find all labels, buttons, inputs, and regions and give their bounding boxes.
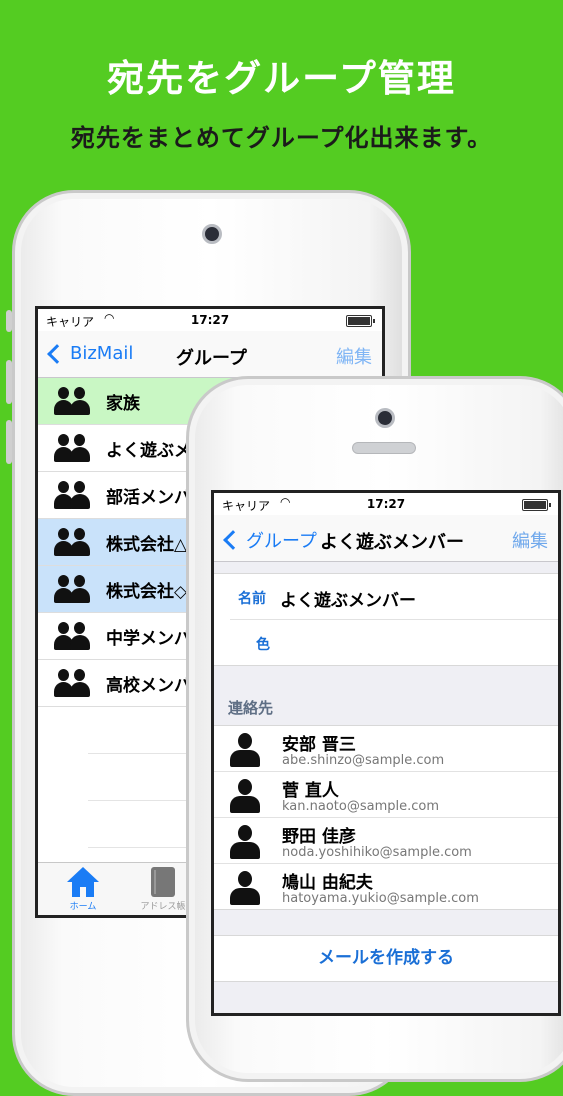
contact-list: 安部 晋三 abe.shinzo@sample.com 菅 直人 kan.naoto@… <box>214 725 558 910</box>
group-icon <box>54 527 90 557</box>
group-icon <box>54 433 90 463</box>
phone-volume-up-button <box>6 360 12 404</box>
nav-bar: BizMail グループ 編集 <box>38 331 382 378</box>
group-label: 株式会社◇ <box>106 581 188 602</box>
group-icon <box>54 574 90 604</box>
status-bar: キャリア ◠ 17:27 <box>214 493 558 515</box>
color-label: 色 <box>256 637 270 653</box>
group-label: 高校メンバ <box>106 675 191 696</box>
back-button[interactable]: BizMail <box>46 343 133 364</box>
earpiece-speaker <box>352 442 416 454</box>
contact-email: hatoyama.yukio@sample.com <box>282 891 479 906</box>
contact-email: kan.naoto@sample.com <box>282 799 440 814</box>
chevron-left-icon <box>223 530 243 550</box>
group-icon <box>54 480 90 510</box>
back-button-label: グループ <box>246 531 317 552</box>
group-label: 株式会社△ <box>106 534 188 555</box>
edit-button[interactable]: 編集 <box>512 527 548 553</box>
back-button-label: BizMail <box>70 343 134 364</box>
person-icon <box>228 871 262 905</box>
person-icon <box>228 825 262 859</box>
contact-row[interactable]: 安部 晋三 abe.shinzo@sample.com <box>214 726 558 772</box>
person-icon <box>228 733 262 767</box>
name-label: 名前 <box>238 591 266 607</box>
contact-row[interactable]: 野田 佳彦 noda.yoshihiko@sample.com <box>214 818 558 864</box>
back-button[interactable]: グループ <box>222 527 317 553</box>
address-book-icon <box>151 867 175 897</box>
contact-name: 安部 晋三 <box>282 735 356 755</box>
status-time: 17:27 <box>190 313 230 327</box>
compose-mail-button[interactable]: メールを作成する <box>214 935 558 982</box>
group-info-section: 名前 よく遊ぶメンバー 色 <box>214 573 558 666</box>
edit-button[interactable]: 編集 <box>336 343 372 369</box>
group-label: よく遊ぶメ <box>106 440 191 461</box>
status-bar: キャリア ◠ 17:27 <box>38 309 382 331</box>
contact-email: abe.shinzo@sample.com <box>282 753 445 768</box>
tab-home[interactable]: ホーム <box>48 867 118 912</box>
front-camera <box>202 224 222 244</box>
contact-name: 野田 佳彦 <box>282 827 356 847</box>
battery-icon <box>522 499 551 511</box>
group-icon <box>54 386 90 416</box>
promo-headline: 宛先をグループ管理 <box>107 57 456 100</box>
page-title: グループ <box>176 348 247 369</box>
contact-name: 菅 直人 <box>282 781 339 801</box>
name-value: よく遊ぶメンバー <box>280 591 416 611</box>
color-row[interactable]: 色 <box>230 620 558 665</box>
contacts-section-header: 連絡先 <box>228 699 274 717</box>
battery-icon <box>346 315 375 327</box>
home-icon <box>67 867 99 897</box>
group-label: 中学メンバ <box>106 628 191 649</box>
contact-row[interactable]: 菅 直人 kan.naoto@sample.com <box>214 772 558 818</box>
tab-home-label: ホーム <box>69 902 97 912</box>
phone-side-button <box>6 310 12 332</box>
contact-row[interactable]: 鳩山 由紀夫 hatoyama.yukio@sample.com <box>214 864 558 909</box>
screen-group-detail: キャリア ◠ 17:27 グループ よく遊ぶメンバー 編集 名前 よく遊ぶメンバ… <box>211 490 561 1016</box>
page-title: よく遊ぶメンバー <box>320 532 464 553</box>
name-row[interactable]: 名前 よく遊ぶメンバー <box>230 574 558 620</box>
group-label: 部活メンバ <box>106 487 191 508</box>
chevron-left-icon <box>47 343 67 364</box>
nav-bar: グループ よく遊ぶメンバー 編集 <box>214 515 558 562</box>
status-time: 17:27 <box>366 497 406 511</box>
phone-volume-down-button <box>6 420 12 464</box>
group-icon <box>54 621 90 651</box>
person-icon <box>228 779 262 813</box>
promo-subline: 宛先をまとめてグループ化出来ます。 <box>70 124 493 152</box>
group-icon <box>54 668 90 698</box>
contact-email: noda.yoshihiko@sample.com <box>282 845 472 860</box>
contact-name: 鳩山 由紀夫 <box>282 873 373 893</box>
group-label: 家族 <box>106 393 140 414</box>
front-camera <box>375 408 395 428</box>
